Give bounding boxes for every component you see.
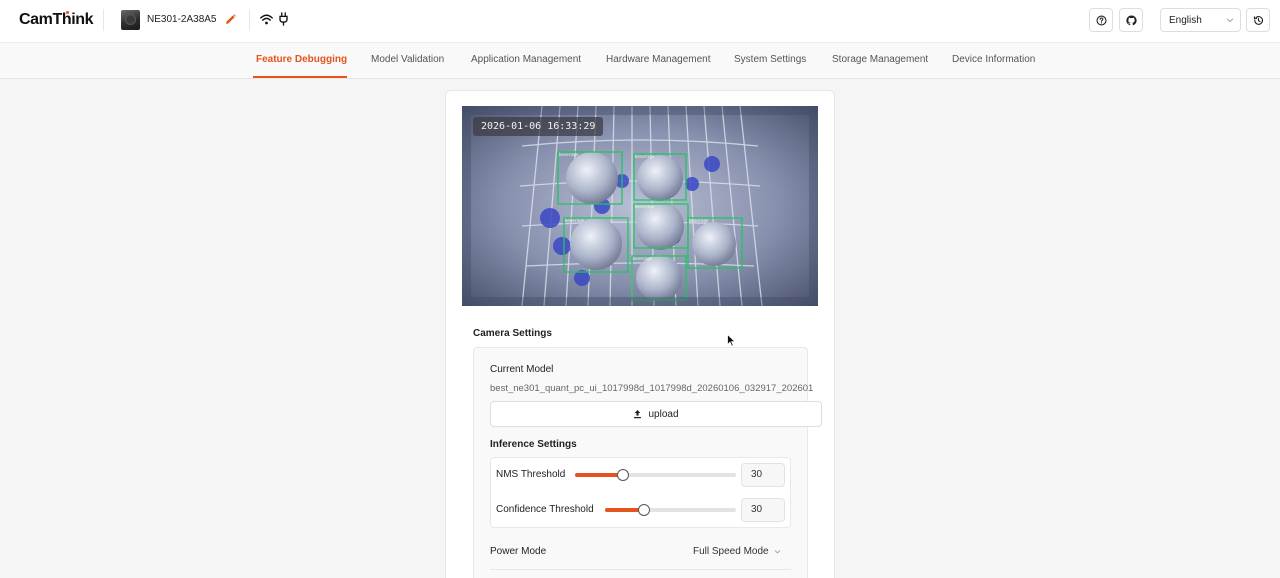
wifi-icon (260, 14, 273, 25)
tab-application-management[interactable]: Application Management (471, 54, 581, 65)
current-model-value: best_ne301_quant_pc_ui_1017998d_1017998d… (490, 383, 814, 394)
upload-icon (634, 409, 642, 419)
tab-model-validation[interactable]: Model Validation (371, 54, 444, 65)
tab-system-settings[interactable]: System Settings (734, 54, 806, 65)
camera-frame: beverage beverage beverage beverage beve… (462, 106, 818, 306)
plug-icon (279, 12, 288, 26)
history-icon (1253, 15, 1263, 25)
tab-feature-debugging[interactable]: Feature Debugging (256, 54, 347, 65)
nms-threshold-label: NMS Threshold (496, 469, 566, 480)
confidence-threshold-label: Confidence Threshold (496, 504, 594, 515)
bbox-label: beverage (633, 256, 653, 261)
github-icon (1125, 15, 1137, 25)
power-mode-label: Power Mode (490, 546, 547, 557)
upload-model-button[interactable]: upload (490, 401, 822, 427)
tab-storage-management[interactable]: Storage Management (832, 54, 928, 65)
camera-settings-title: Camera Settings (473, 328, 552, 339)
edit-icon[interactable] (224, 13, 237, 26)
device-name: NE301-2A38A5 (147, 14, 217, 25)
tab-hardware-management[interactable]: Hardware Management (606, 54, 711, 65)
bbox-label: beverage (635, 204, 655, 209)
main-tabs: Feature Debugging Model Validation Appli… (0, 42, 1280, 79)
top-header: CamThink NE301-2A38A5 English (0, 0, 1280, 42)
bbox-label: beverage (559, 152, 579, 157)
header-divider-2 (249, 9, 250, 31)
github-button[interactable] (1119, 8, 1143, 32)
camera-timestamp: 2026-01-06 16:33:29 (473, 117, 604, 136)
nms-threshold-input[interactable]: 30 (741, 463, 785, 487)
bbox-label: beverage (565, 218, 585, 223)
camera-preview: beverage beverage beverage beverage beve… (462, 106, 818, 306)
active-tab-indicator (253, 76, 347, 78)
divider (490, 569, 791, 570)
chevron-down-icon (1226, 18, 1234, 23)
nms-threshold-slider[interactable] (575, 469, 736, 481)
history-button[interactable] (1246, 8, 1270, 32)
help-button[interactable] (1089, 8, 1113, 32)
upload-button-label: upload (648, 408, 679, 420)
mouse-cursor-icon (727, 334, 736, 347)
confidence-threshold-slider[interactable] (605, 504, 736, 516)
help-icon (1095, 14, 1107, 26)
device-thumbnail (121, 10, 140, 30)
language-select[interactable]: English (1160, 8, 1241, 32)
current-model-label: Current Model (490, 364, 554, 375)
language-select-value: English (1169, 15, 1202, 26)
header-divider (103, 9, 104, 31)
confidence-slider-handle[interactable] (638, 504, 650, 516)
inference-settings-title: Inference Settings (490, 439, 577, 450)
power-mode-select[interactable]: Full Speed Mode (693, 546, 769, 557)
confidence-threshold-input[interactable]: 30 (741, 498, 785, 522)
nms-slider-handle[interactable] (617, 469, 629, 481)
bbox-label: beverage (689, 218, 709, 223)
tab-device-information[interactable]: Device Information (952, 54, 1035, 65)
nms-slider-fill (575, 473, 623, 477)
logo-accent-dot (66, 11, 69, 14)
chevron-down-icon[interactable] (774, 548, 781, 555)
bbox-label: beverage (635, 154, 655, 159)
camthink-logo[interactable]: CamThink (19, 11, 94, 29)
